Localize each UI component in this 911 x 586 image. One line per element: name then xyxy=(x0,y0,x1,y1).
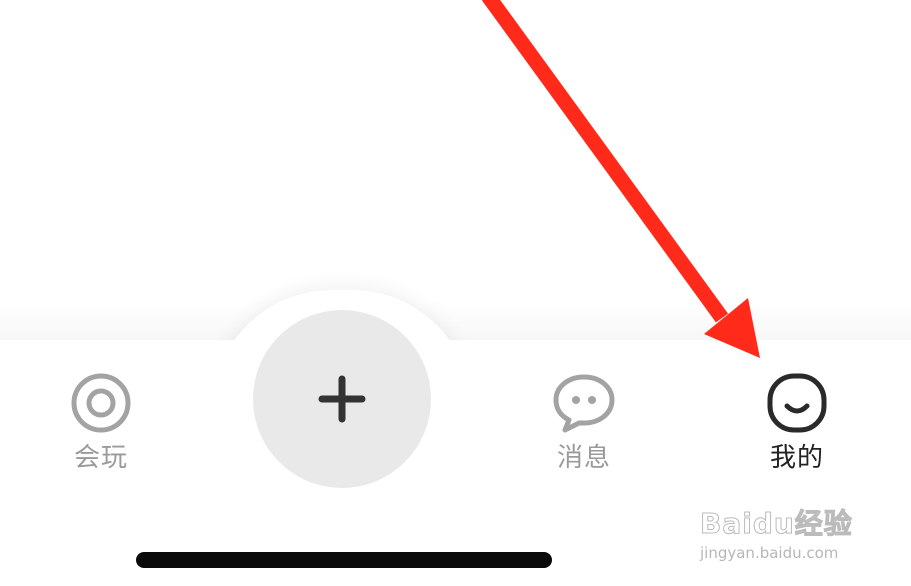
app-screen: 会玩 消息 我的 Baidu经验 jingyan.baidu.com xyxy=(0,0,911,586)
tab-me[interactable]: 我的 xyxy=(737,372,857,474)
watermark-url: jingyan.baidu.com xyxy=(700,544,839,562)
chat-bubble-icon xyxy=(553,374,615,433)
target-icon xyxy=(71,373,131,433)
tabbar-shadow xyxy=(0,300,911,344)
tab-play[interactable]: 会玩 xyxy=(41,372,161,474)
create-button[interactable] xyxy=(253,310,431,488)
watermark-logo: Baidu经验 xyxy=(700,507,853,540)
tab-label: 消息 xyxy=(556,443,611,473)
watermark: Baidu经验 jingyan.baidu.com xyxy=(700,507,900,562)
plus-icon xyxy=(318,375,366,423)
content-area xyxy=(0,0,911,340)
home-indicator[interactable] xyxy=(136,552,552,568)
smile-face-icon xyxy=(767,373,827,433)
tab-label: 会玩 xyxy=(73,443,128,473)
tab-label: 我的 xyxy=(769,443,824,473)
tab-messages[interactable]: 消息 xyxy=(524,372,644,474)
